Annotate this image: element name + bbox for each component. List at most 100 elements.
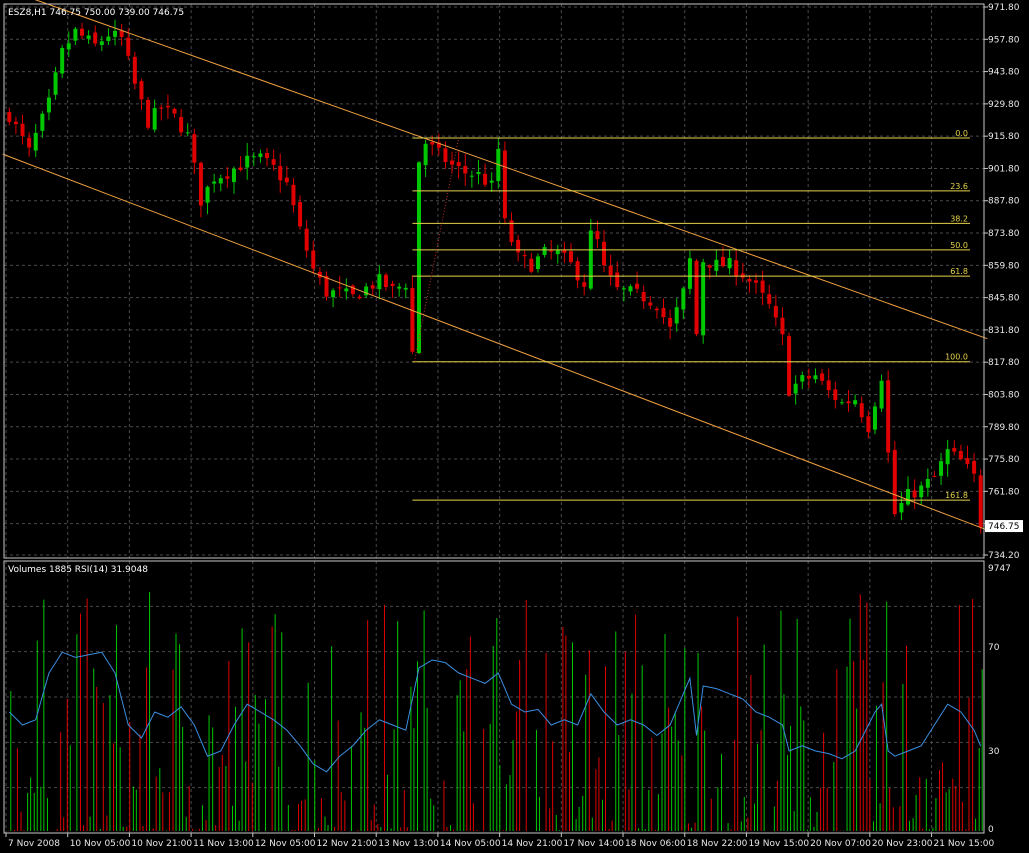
candle-body <box>152 108 157 130</box>
candle-body <box>621 288 626 290</box>
candle-body <box>430 141 435 145</box>
candle-body <box>304 228 309 251</box>
candle-body <box>575 261 580 281</box>
candle-body <box>238 167 243 171</box>
candle-body <box>720 256 725 267</box>
candle-body <box>403 287 408 290</box>
time-tick-label: 14 Nov 21:00 <box>502 839 563 849</box>
candle-body <box>522 255 527 257</box>
candle-body <box>734 260 739 276</box>
candle-body <box>456 162 461 166</box>
candle-body <box>502 150 507 219</box>
candle-body <box>628 286 633 292</box>
candle-body <box>225 176 230 179</box>
candle-body <box>972 460 977 474</box>
candle-body <box>859 403 864 418</box>
price-tick-label: 789.80 <box>988 423 1020 433</box>
time-tick-label: 11 Nov 13:00 <box>193 839 254 849</box>
candle-body <box>357 296 362 299</box>
candle-body <box>139 81 144 100</box>
time-tick-label: 13 Nov 13:00 <box>378 839 439 849</box>
price-tick-label: 775.80 <box>988 455 1020 465</box>
candle-body <box>740 273 745 278</box>
price-tick-label: 943.80 <box>988 68 1020 78</box>
candle-body <box>866 416 871 432</box>
candle-body <box>205 186 210 203</box>
candle-body <box>661 308 666 318</box>
fibo-level-label: 161.8 <box>945 491 968 500</box>
candle-body <box>919 485 924 498</box>
candle-body <box>383 274 388 288</box>
candle-body <box>298 202 303 227</box>
time-tick-label: 20 Nov 07:00 <box>810 839 871 849</box>
chart-canvas: 0.0 23.6 38.2 50.0 61.8 100.0 161.8 971.80 957.… <box>0 0 1029 853</box>
candle-body <box>516 239 521 253</box>
candle-body <box>714 259 719 271</box>
candle-body <box>119 30 124 37</box>
candle-body <box>681 288 686 310</box>
price-tick-label: 817.80 <box>988 358 1020 368</box>
candle-body <box>978 475 983 528</box>
candle-body <box>66 43 71 50</box>
fibo-level-label: 23.6 <box>950 182 968 191</box>
candle-body <box>595 231 600 240</box>
candle-body <box>27 137 32 148</box>
candle-body <box>668 317 673 327</box>
price-tick-label: 845.80 <box>988 294 1020 304</box>
candle-body <box>311 250 316 269</box>
candle-body <box>231 168 236 183</box>
candle-body <box>780 317 785 335</box>
price-tick-label: 734.20 <box>988 551 1020 561</box>
time-tick-label: 17 Nov 14:00 <box>563 839 624 849</box>
candle-body <box>179 117 184 133</box>
candle-body <box>912 490 917 498</box>
candle-body <box>820 373 825 381</box>
time-tick-label: 19 Nov 15:00 <box>748 839 809 849</box>
candle-body <box>945 449 950 465</box>
candle-body <box>159 107 164 109</box>
price-tick-label: 859.80 <box>988 261 1020 271</box>
candle-body <box>899 503 904 513</box>
candle-body <box>535 256 540 270</box>
candle-body <box>529 258 534 272</box>
candle-body <box>278 166 283 181</box>
candle-body <box>549 250 554 252</box>
candle-body <box>377 274 382 290</box>
candle-body <box>654 308 659 311</box>
price-tick-label: 901.80 <box>988 164 1020 174</box>
candle-body <box>641 291 646 302</box>
candle-body <box>251 156 256 158</box>
candle-body <box>284 177 289 183</box>
candle-body <box>79 28 84 36</box>
indicator-tick-label: 9747 <box>988 564 1011 574</box>
current-price-label: 746.75 <box>988 522 1020 532</box>
candle-body <box>853 400 858 405</box>
candle-body <box>198 162 203 206</box>
candle-body <box>245 155 250 168</box>
candle-body <box>483 173 488 185</box>
candle-body <box>73 28 78 41</box>
candle-body <box>258 153 263 157</box>
fibo-level-label: 38.2 <box>950 214 968 223</box>
candle-body <box>271 159 276 165</box>
candle-body <box>925 478 930 488</box>
candle-body <box>146 99 151 128</box>
candle-body <box>370 285 375 289</box>
candle-body <box>132 56 137 84</box>
candle-body <box>965 458 970 464</box>
candle-body <box>760 280 765 293</box>
time-tick-label: 18 Nov 22:00 <box>687 839 748 849</box>
candle-body <box>13 121 18 125</box>
candle-body <box>806 375 811 379</box>
candle-body <box>707 265 712 268</box>
candle-body <box>20 123 25 137</box>
candle-body <box>674 307 679 324</box>
candle-body <box>192 134 197 163</box>
candle-body <box>879 380 884 409</box>
candle-body <box>767 294 772 304</box>
candle-body <box>800 375 805 382</box>
time-tick-label: 7 Nov 2008 <box>8 839 60 849</box>
fibo-level-label: 50.0 <box>950 241 968 250</box>
price-tick-label: 761.80 <box>988 487 1020 497</box>
indicator-tick-label: 0 <box>988 825 994 835</box>
